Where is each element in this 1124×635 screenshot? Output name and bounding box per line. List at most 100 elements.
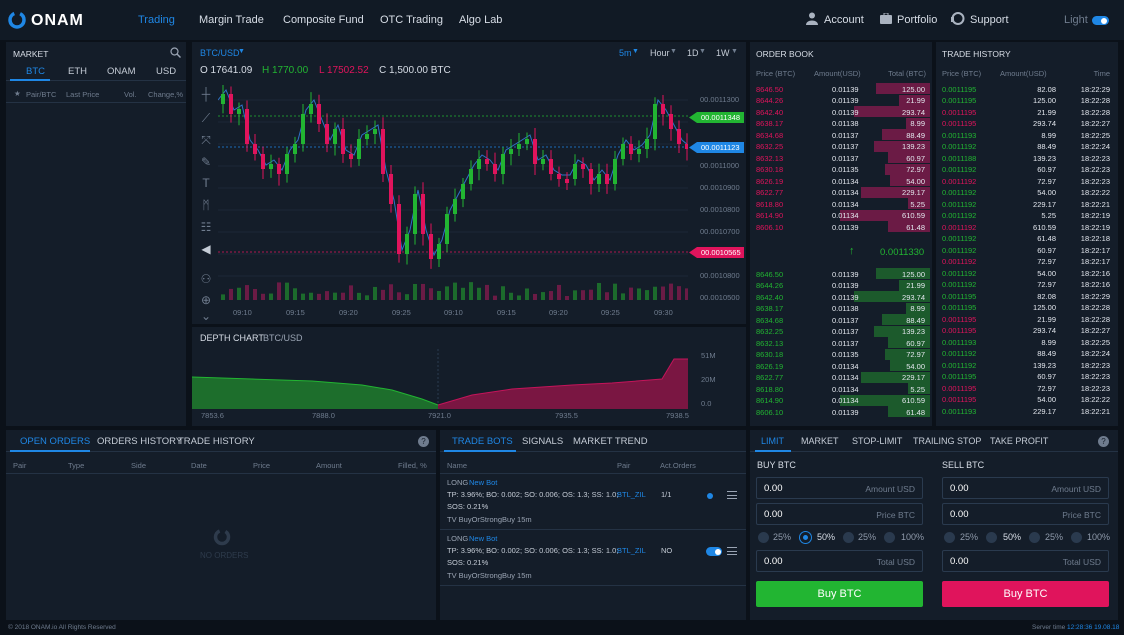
tab-take-profit[interactable]: TAKE PROFIT: [990, 436, 1048, 446]
bid-row[interactable]: 8614.90 0.01134 610.59: [750, 394, 932, 407]
sell-amount-field[interactable]: 0.00 Amount USD: [942, 477, 1109, 499]
nav-algo-lab[interactable]: Algo Lab: [459, 14, 502, 26]
buy-pct-radio[interactable]: [758, 532, 769, 543]
nav-support[interactable]: Support: [970, 14, 1009, 26]
interval-chevron-icon[interactable]: ▼: [632, 48, 639, 55]
sell-total-field[interactable]: 0.00 Total USD: [942, 550, 1109, 572]
bid-row[interactable]: 8642.40 0.01139 293.74: [750, 291, 932, 303]
market-col-pair[interactable]: Pair/BTC: [26, 90, 56, 99]
sell-pct-radio[interactable]: [944, 532, 955, 543]
buy-button[interactable]: Buy BTC: [756, 581, 923, 607]
bot-tag[interactable]: New Bot: [469, 478, 497, 487]
tab-trade-history[interactable]: TRADE HISTORY: [178, 436, 255, 447]
tab-limit[interactable]: LIMIT: [761, 436, 784, 446]
tab-trailing-stop[interactable]: TRAILING STOP: [913, 436, 981, 446]
ask-row[interactable]: 8644.26 0.01139 21.99: [750, 94, 932, 107]
tab-orders-history[interactable]: ORDERS HISTORY: [97, 436, 182, 447]
portfolio-icon[interactable]: [880, 12, 892, 26]
pattern-tool-icon[interactable]: ᛗ: [198, 198, 214, 212]
chart-pair-selector[interactable]: BTC/USD: [200, 48, 240, 58]
tab-trade-bots[interactable]: TRADE BOTS: [452, 436, 513, 447]
bid-row[interactable]: 8632.13 0.01137 60.97: [750, 337, 932, 349]
nav-portfolio[interactable]: Portfolio: [897, 14, 937, 26]
tab-market[interactable]: MARKET: [801, 436, 839, 446]
orders-help-icon[interactable]: ?: [418, 436, 429, 447]
ask-row[interactable]: 8632.13 0.01137 60.97: [750, 152, 932, 164]
bid-row[interactable]: 8644.26 0.01139 21.99: [750, 279, 932, 292]
nav-margin-trade[interactable]: Margin Trade: [199, 14, 264, 26]
bot-pair[interactable]: BTL_ZIL: [617, 490, 646, 499]
market-search-icon[interactable]: [170, 47, 181, 60]
interval-selector[interactable]: 5m: [619, 48, 632, 58]
market-tab-onam[interactable]: ONAM: [107, 66, 136, 77]
period-1w[interactable]: 1W: [716, 48, 730, 58]
indicators-tool-icon[interactable]: ⚇: [198, 272, 214, 286]
buy-pct-radio[interactable]: [884, 532, 895, 543]
period-hour-chevron-icon[interactable]: ▼: [670, 48, 677, 55]
bid-row[interactable]: 8626.19 0.01134 54.00: [750, 360, 932, 372]
tab-open-orders[interactable]: OPEN ORDERS: [20, 436, 90, 447]
bot-menu-icon[interactable]: [727, 547, 737, 555]
ask-row[interactable]: 8614.90 0.01134 610.59: [750, 209, 932, 222]
bid-row[interactable]: 8622.77 0.01134 229.17: [750, 371, 932, 384]
collapse-tools-icon[interactable]: ⌄: [198, 309, 214, 323]
market-col-last-price[interactable]: Last Price: [66, 90, 99, 99]
fib-tool-icon[interactable]: ⤧: [198, 133, 214, 147]
period-hour[interactable]: Hour: [650, 48, 670, 58]
sell-pct-radio[interactable]: [986, 532, 997, 543]
bot-enable-toggle[interactable]: [706, 547, 722, 556]
sell-price-field[interactable]: 0.00 Price BTC: [942, 503, 1109, 525]
account-icon[interactable]: [806, 12, 818, 27]
nav-composite-fund[interactable]: Composite Fund: [283, 14, 364, 26]
bot-menu-icon[interactable]: [727, 491, 737, 499]
bid-row[interactable]: 8646.50 0.01139 125.00: [750, 268, 932, 280]
bid-row[interactable]: 8634.68 0.01137 88.49: [750, 314, 932, 326]
theme-toggle[interactable]: [1092, 16, 1109, 25]
buy-price-field[interactable]: 0.00 Price BTC: [756, 503, 923, 525]
ask-row[interactable]: 8630.18 0.01135 72.97: [750, 163, 932, 176]
buy-amount-field[interactable]: 0.00 Amount USD: [756, 477, 923, 499]
period-1d-chevron-icon[interactable]: ▼: [699, 48, 706, 55]
candlestick-chart[interactable]: [218, 80, 688, 305]
period-1w-chevron-icon[interactable]: ▼: [731, 48, 738, 55]
sell-pct-radio[interactable]: [1071, 532, 1082, 543]
ask-row[interactable]: 8634.68 0.01137 88.49: [750, 129, 932, 141]
depth-chart-graph[interactable]: [192, 349, 688, 409]
ask-row[interactable]: 8632.25 0.01137 139.23: [750, 140, 932, 153]
bot-tag[interactable]: New Bot: [469, 534, 497, 543]
buy-pct-radio[interactable]: [800, 532, 811, 543]
bot-pair[interactable]: BTL_ZIL: [617, 546, 646, 555]
market-col-change[interactable]: Change,%: [148, 90, 183, 99]
buy-total-field[interactable]: 0.00 Total USD: [756, 550, 923, 572]
ask-row[interactable]: 8606.10 0.01139 61.48: [750, 221, 932, 233]
measure-tool-icon[interactable]: ☷: [198, 220, 214, 234]
ask-row[interactable]: 8642.40 0.01139 293.74: [750, 106, 932, 118]
bid-row[interactable]: 8632.25 0.01137 139.23: [750, 325, 932, 338]
market-tab-btc[interactable]: BTC: [26, 66, 45, 77]
market-col-vol[interactable]: Vol.: [124, 90, 137, 99]
ask-row[interactable]: 8618.80 0.01134 5.25: [750, 198, 932, 210]
sell-button[interactable]: Buy BTC: [942, 581, 1109, 607]
market-tab-usd[interactable]: USD: [156, 66, 176, 77]
bot-item[interactable]: LONG New Bot TP: 3.96%; BO: 0.002; SO: 0…: [440, 474, 746, 528]
nav-otc-trading[interactable]: OTC Trading: [380, 14, 443, 26]
bot-enable-toggle[interactable]: [706, 491, 722, 500]
order-form-help-icon[interactable]: ?: [1098, 436, 1109, 447]
bid-row[interactable]: 8638.17 0.01138 8.99: [750, 302, 932, 315]
buy-pct-radio[interactable]: [843, 532, 854, 543]
nav-account[interactable]: Account: [824, 14, 864, 26]
trendline-tool-icon[interactable]: ⟋: [198, 111, 214, 125]
tab-stop-limit[interactable]: STOP-LIMIT: [852, 436, 902, 446]
crosshair-tool-icon[interactable]: ┼: [198, 87, 214, 101]
ask-row[interactable]: 8622.77 0.01134 229.17: [750, 186, 932, 199]
zoom-tool-icon[interactable]: ⊕: [198, 293, 214, 307]
back-arrow-icon[interactable]: ◀: [198, 242, 214, 256]
onam-logo[interactable]: [8, 11, 26, 31]
bot-item[interactable]: LONG New Bot TP: 3.96%; BO: 0.002; SO: 0…: [440, 530, 746, 584]
nav-trading[interactable]: Trading: [138, 14, 175, 26]
tab-signals[interactable]: SIGNALS: [522, 436, 563, 447]
ask-row[interactable]: 8626.19 0.01134 54.00: [750, 175, 932, 187]
period-1d[interactable]: 1D: [687, 48, 699, 58]
favorite-star-icon[interactable]: ★: [14, 89, 21, 98]
sell-pct-radio[interactable]: [1029, 532, 1040, 543]
